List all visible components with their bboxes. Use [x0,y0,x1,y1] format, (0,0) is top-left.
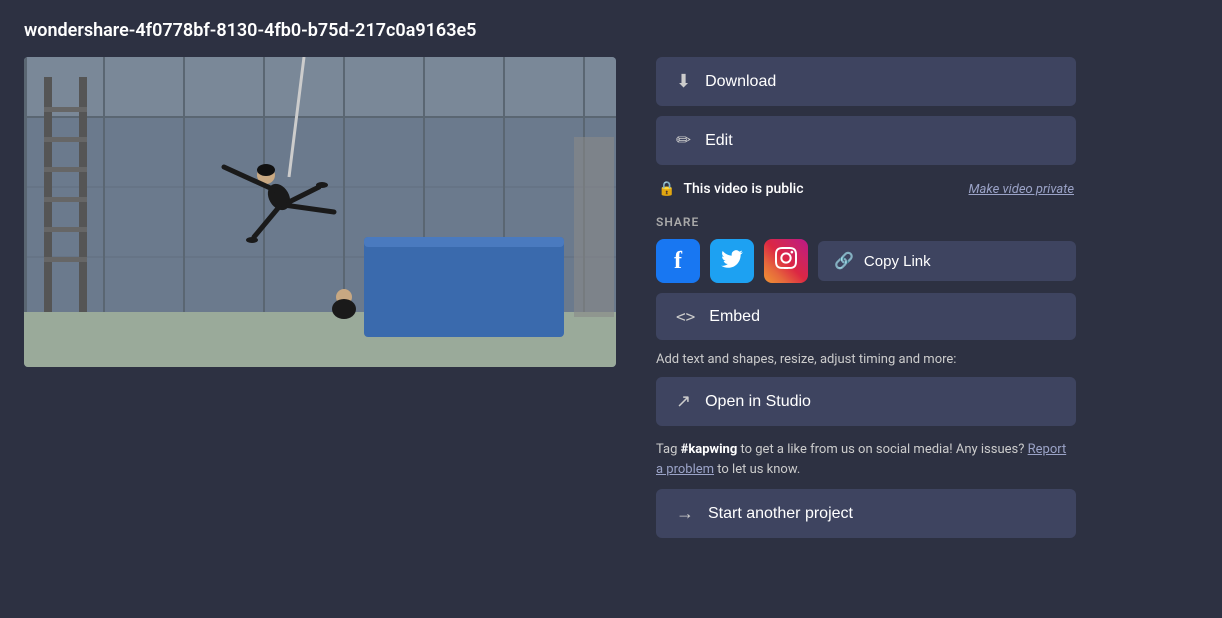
copy-link-button[interactable]: 🔗 Copy Link [818,241,1076,281]
make-private-link[interactable]: Make video private [969,182,1074,197]
instagram-icon [775,247,797,275]
tag-handle: #kapwing [681,442,738,457]
studio-description: Add text and shapes, resize, adjust timi… [656,352,1076,367]
arrow-icon: → [676,503,694,524]
start-another-project-label: Start another project [708,505,853,523]
open-in-studio-label: Open in Studio [705,393,811,411]
download-icon: ⬇ [676,71,691,92]
copy-link-label: Copy Link [864,253,931,270]
tag-section: Tag #kapwing to get a like from us on so… [656,440,1076,479]
external-icon: ↗ [676,391,691,412]
embed-icon: <> [676,307,695,326]
privacy-row: 🔒 This video is public Make video privat… [656,175,1076,203]
facebook-button[interactable]: f [656,239,700,283]
share-row: f 🔗 Copy Link [656,239,1076,283]
link-icon: 🔗 [834,251,854,271]
video-panel [24,57,616,598]
share-label: SHARE [656,215,1076,229]
open-in-studio-button[interactable]: ↗ Open in Studio [656,377,1076,426]
lock-icon: 🔒 [658,181,675,197]
tag-prefix: Tag [656,442,681,457]
report-suffix: to let us know. [714,462,800,477]
privacy-status: This video is public [683,181,960,197]
page-title: wondershare-4f0778bf-8130-4fb0-b75d-217c… [24,20,1198,41]
embed-label: Embed [709,308,760,326]
tag-suffix: to get a like from us on social media! A… [737,442,1024,457]
video-thumbnail [24,57,616,367]
instagram-button[interactable] [764,239,808,283]
facebook-icon: f [674,248,682,275]
download-label: Download [705,73,776,91]
twitter-icon [721,248,743,274]
embed-button[interactable]: <> Embed [656,293,1076,340]
start-another-project-button[interactable]: → Start another project [656,489,1076,538]
twitter-button[interactable] [710,239,754,283]
actions-panel: ⬇ Download ✏ Edit 🔒 This video is public… [656,57,1076,598]
edit-label: Edit [705,132,733,150]
edit-button[interactable]: ✏ Edit [656,116,1076,165]
download-button[interactable]: ⬇ Download [656,57,1076,106]
edit-icon: ✏ [676,130,691,151]
